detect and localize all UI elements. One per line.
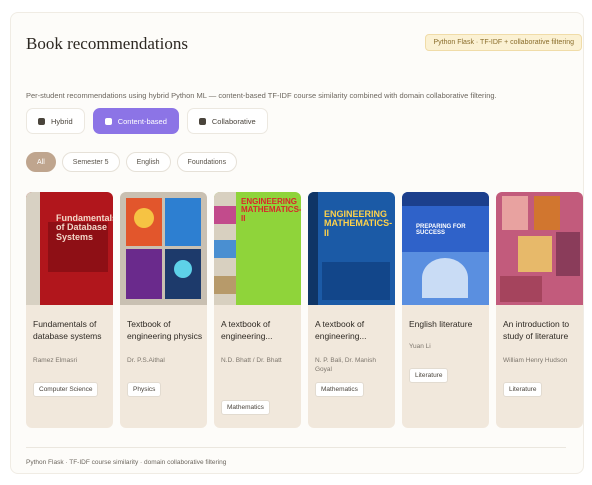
book-title: A textbook of engineering... [221,319,273,342]
footer-note: Python Flask · TF-IDF course similarity … [26,459,227,466]
book-cover: ENGINEERING MATHEMATICS-II [214,192,301,305]
category-tag: Mathematics [221,400,270,415]
book-cover [120,192,207,305]
cover-title: ENGINEERING MATHEMATICS-II [241,197,301,223]
book-author: Dr. P.S.Aithal [127,357,165,364]
category-tag: Literature [409,368,449,383]
mode-content-based-button[interactable]: Content-based [92,108,179,134]
page-subtitle: Per-student recommendations using hybrid… [26,91,497,100]
filter-chips: All Semester 5 English Foundations [26,152,238,172]
footer-divider [26,447,566,448]
book-author: N. P. Bali, Dr. Manish Goyal [315,357,376,374]
mode-switcher: Hybrid Content-based Collaborative [26,108,268,134]
book-card[interactable]: Fundamentals of Database Systems Fundame… [26,192,113,428]
users-icon [198,117,206,125]
book-title: Fundamentals of database systems [33,319,102,342]
category-tag: Computer Science [33,382,99,397]
filter-foundations-chip[interactable]: Foundations [176,152,238,172]
sparkle-icon [38,117,45,125]
mode-label: Collaborative [211,116,256,126]
category-tag: Physics [127,382,162,397]
cover-title: PREPARING FOR SUCCESS [416,224,466,237]
book-card[interactable]: ENGINEERING MATHEMATICS-II A textbook of… [308,192,395,428]
book-cards: Fundamentals of Database Systems Fundame… [26,192,583,428]
category-tag: Literature [503,382,543,397]
book-card[interactable]: An introduction to study of literature W… [496,192,583,428]
mode-collaborative-button[interactable]: Collaborative [186,108,268,134]
engine-badge: Python Flask · TF-IDF + collaborative fi… [425,34,582,51]
book-author: Yuan Li [409,343,431,350]
cover-title: Fundamentals of Database Systems [56,213,113,242]
book-card[interactable]: PREPARING FOR SUCCESS English literature… [402,192,489,428]
mode-hybrid-button[interactable]: Hybrid [26,108,85,134]
filter-english-chip[interactable]: English [125,152,171,172]
book-card[interactable]: Textbook of engineering physics Dr. P.S.… [120,192,207,428]
book-cover: ENGINEERING MATHEMATICS-II [308,192,395,305]
book-title: An introduction to study of literature [503,319,570,342]
document-icon [104,117,112,125]
filter-all-chip[interactable]: All [26,152,56,172]
book-title: Textbook of engineering physics [127,319,203,342]
page-title: Book recommendations [26,34,188,53]
category-tag: Mathematics [315,382,364,397]
cover-title: ENGINEERING MATHEMATICS-II [324,209,393,238]
book-author: N.D. Bhatt / Dr. Bhatt [221,357,282,364]
book-cover [496,192,583,305]
filter-semester-chip[interactable]: Semester 5 [61,152,120,172]
book-author: Ramez Elmasri [33,357,78,364]
book-card[interactable]: ENGINEERING MATHEMATICS-II A textbook of… [214,192,301,428]
book-author: William Henry Hudson [503,357,568,364]
mode-label: Hybrid [51,116,73,126]
book-cover: Fundamentals of Database Systems [26,192,113,305]
book-title: English literature [409,319,473,329]
mode-label: Content-based [117,116,167,126]
book-cover: PREPARING FOR SUCCESS [402,192,489,305]
book-title: A textbook of engineering... [315,319,367,342]
